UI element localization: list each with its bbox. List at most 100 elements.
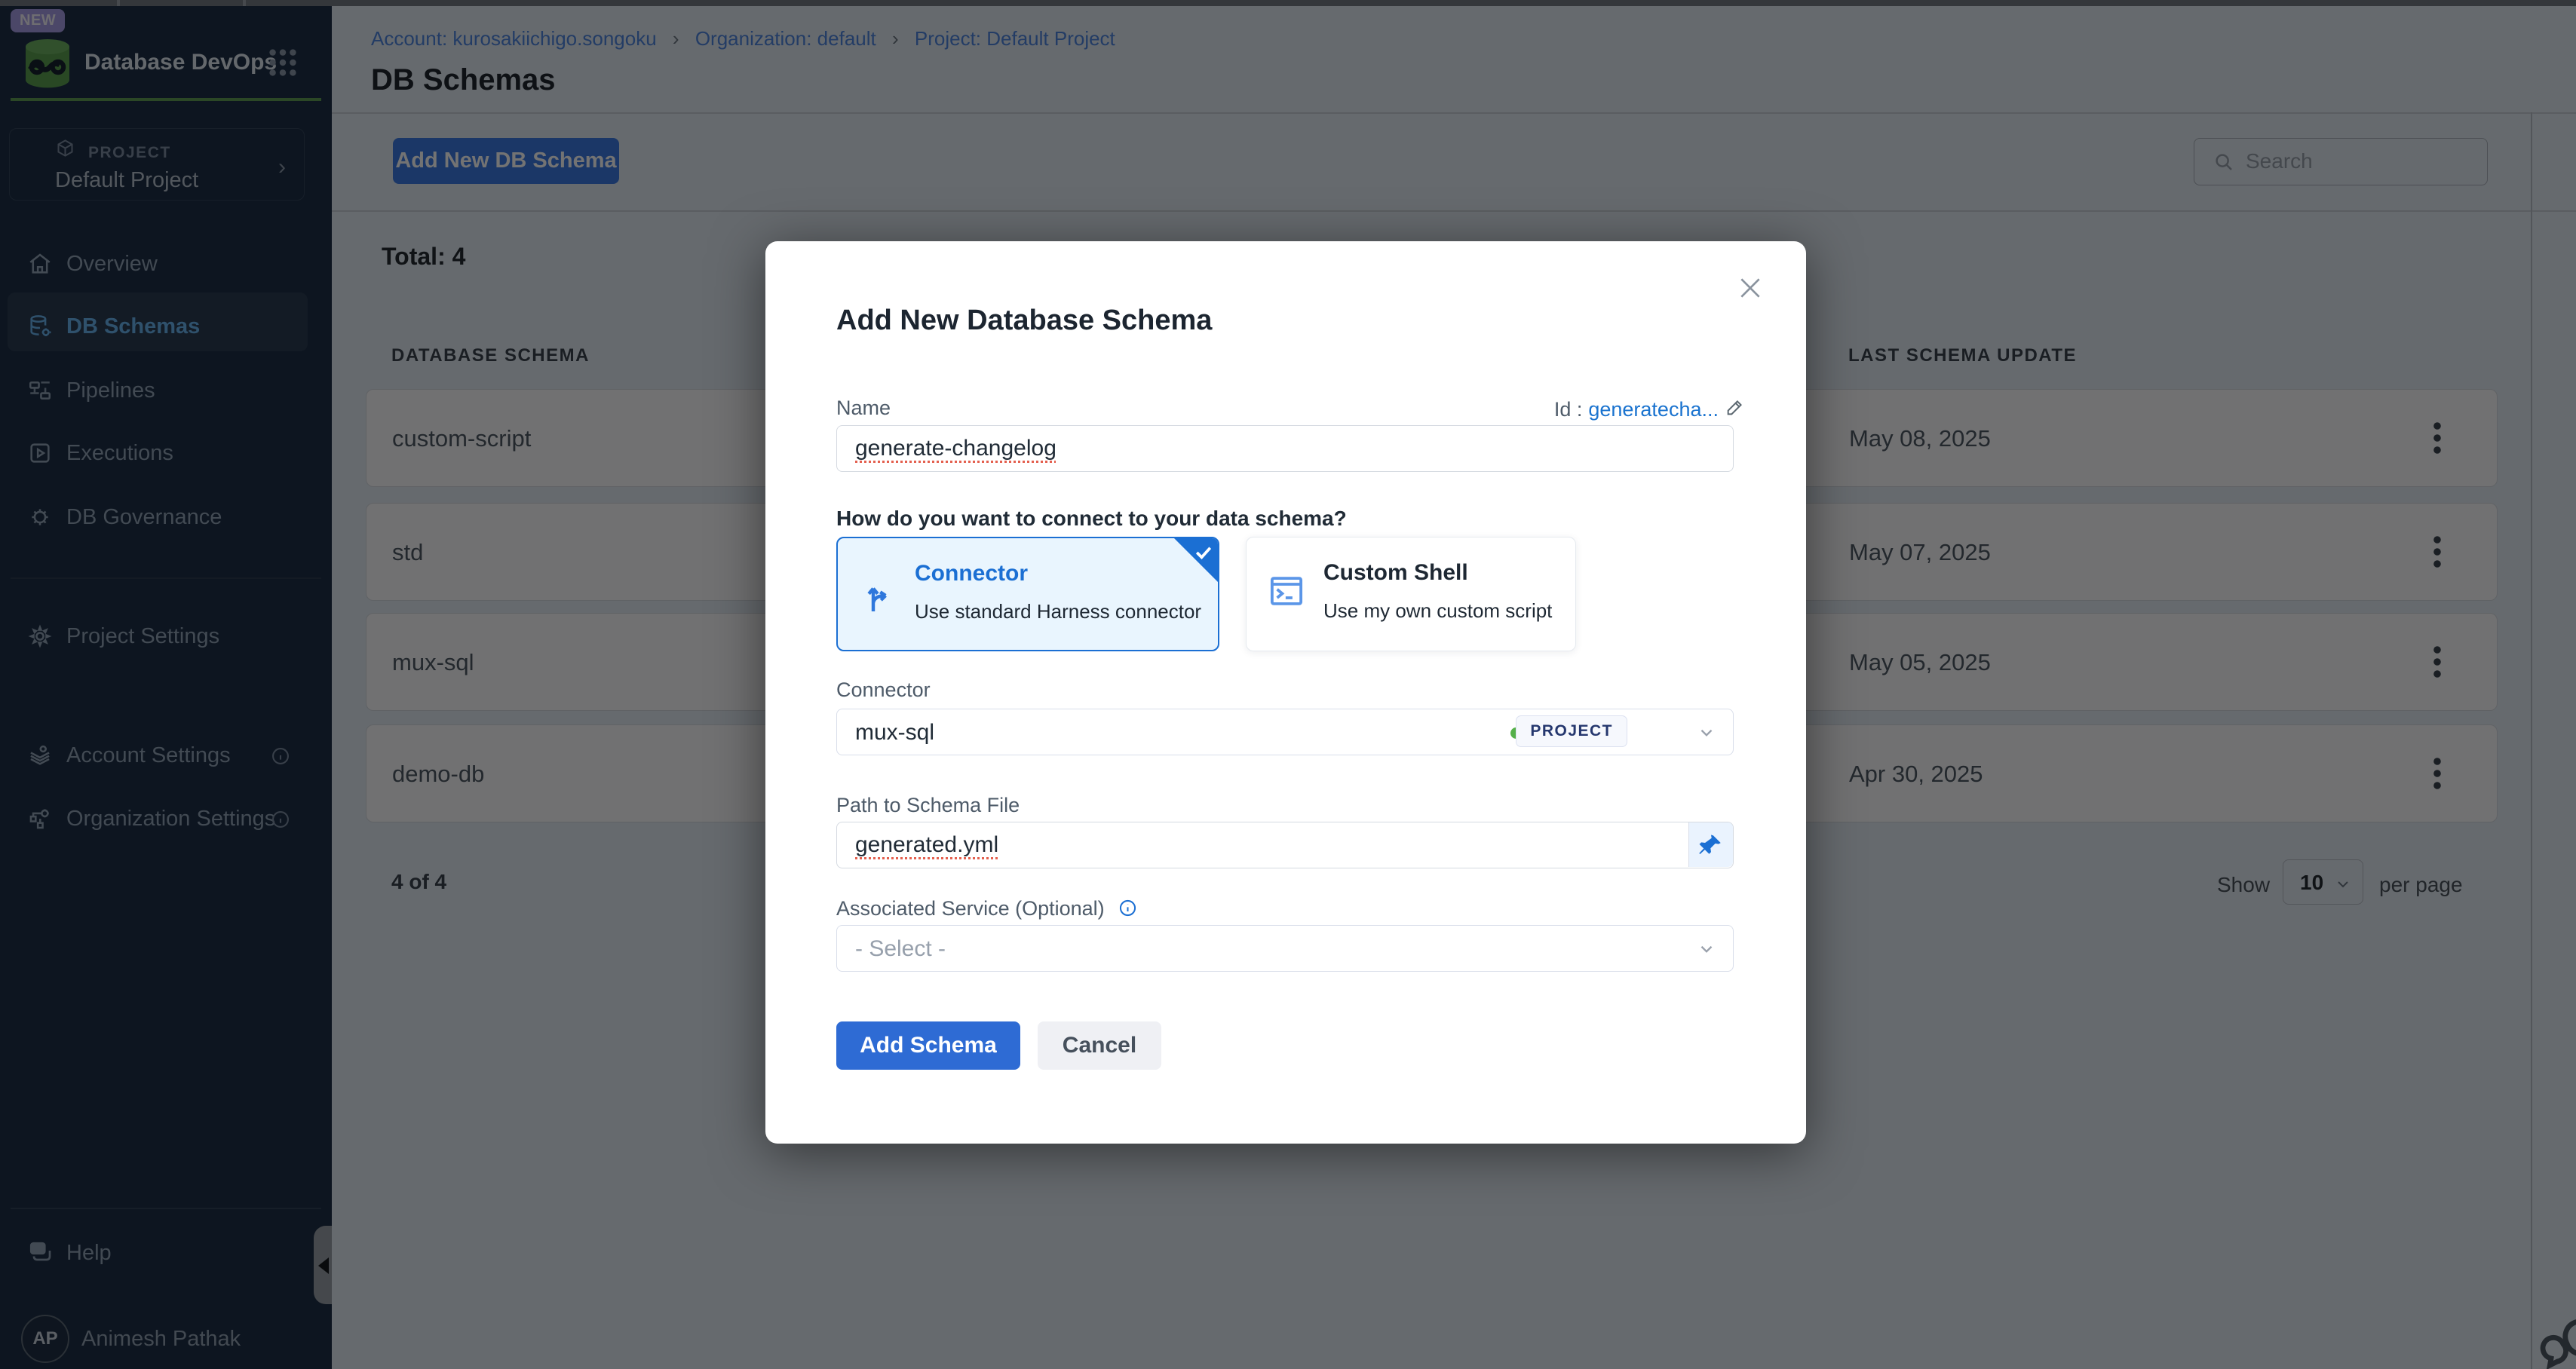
search-box xyxy=(2194,138,2488,185)
schema-updated: May 05, 2025 xyxy=(1849,649,1991,676)
database-devops-logo-icon xyxy=(20,36,75,94)
sidebar-item-label: Overview xyxy=(66,252,158,277)
sidebar-item-label: DB Schemas xyxy=(66,314,200,339)
option-title: Connector xyxy=(915,561,1028,586)
scope-badge: PROJECT xyxy=(1516,715,1627,747)
page-size-select[interactable]: 10 xyxy=(2283,859,2363,905)
user-avatar[interactable]: AP xyxy=(21,1315,69,1363)
project-selector[interactable]: PROJECT Default Project › xyxy=(9,128,305,201)
app-title: Database DevOps xyxy=(84,50,277,75)
info-icon[interactable] xyxy=(270,809,291,834)
close-icon[interactable] xyxy=(1735,273,1765,303)
sidebar-item-label: Executions xyxy=(66,441,173,466)
layers-gear-icon xyxy=(27,743,53,772)
sidebar-collapse-handle[interactable] xyxy=(314,1226,333,1304)
sidebar-divider xyxy=(11,1208,321,1209)
project-scope-label: PROJECT xyxy=(88,144,171,162)
edit-pencil-icon[interactable] xyxy=(1725,397,1746,423)
chevron-down-icon xyxy=(2334,875,2352,897)
sidebar-item-db-governance[interactable]: DB Governance xyxy=(0,489,332,545)
sidebar-item-label: DB Governance xyxy=(66,505,222,530)
breadcrumb-chevron-icon: › xyxy=(892,27,899,50)
chrome-notch xyxy=(117,0,120,6)
column-header-last-schema-update: LAST SCHEMA UPDATE xyxy=(1848,345,2077,366)
help-label: Help xyxy=(66,1241,112,1266)
breadcrumb-chevron-icon: › xyxy=(673,27,679,50)
home-icon xyxy=(27,251,53,280)
chat-support-icon[interactable] xyxy=(2538,1310,2576,1369)
path-value: generated.yml xyxy=(855,832,998,858)
connector-select[interactable]: mux-sql PROJECT xyxy=(836,709,1734,755)
pin-segment[interactable] xyxy=(1688,822,1733,867)
gear-icon xyxy=(27,623,53,653)
schema-updated: May 07, 2025 xyxy=(1849,539,1991,566)
row-menu-kebab-icon[interactable] xyxy=(2419,754,2455,793)
option-card-connector[interactable]: Connector Use standard Harness connector xyxy=(836,537,1219,651)
cube-icon xyxy=(55,138,75,162)
id-value-link[interactable]: generatecha... xyxy=(1588,398,1719,421)
name-input[interactable]: generate-changelog xyxy=(836,425,1734,472)
service-placeholder: - Select - xyxy=(855,936,946,962)
window-chrome-strip xyxy=(0,0,2576,6)
schema-updated: May 08, 2025 xyxy=(1849,425,1991,452)
divider xyxy=(332,210,2576,212)
row-menu-kebab-icon[interactable] xyxy=(2419,642,2455,681)
option-title: Custom Shell xyxy=(1323,560,1468,586)
breadcrumb-project-link[interactable]: Project: Default Project xyxy=(915,27,1115,50)
total-count: Total: 4 xyxy=(382,243,465,271)
cancel-button[interactable]: Cancel xyxy=(1038,1021,1161,1070)
breadcrumb-org-link[interactable]: Organization: default xyxy=(695,27,876,50)
help-chat-icon: ? xyxy=(27,1239,54,1270)
new-badge: NEW xyxy=(11,9,65,32)
schema-name: demo-db xyxy=(392,761,484,788)
add-schema-modal: Add New Database Schema Name Id : genera… xyxy=(765,241,1806,1144)
add-new-db-schema-button[interactable]: Add New DB Schema xyxy=(393,138,619,184)
sidebar-item-label: Project Settings xyxy=(66,624,219,649)
svg-text:?: ? xyxy=(35,1244,41,1254)
connector-label: Connector xyxy=(836,678,931,702)
pagination-show-label: Show xyxy=(2217,873,2270,897)
selected-corner xyxy=(1173,537,1219,583)
service-select[interactable]: - Select - xyxy=(836,925,1734,972)
user-name: Animesh Pathak xyxy=(81,1327,241,1352)
sidebar-item-label: Pipelines xyxy=(66,378,155,403)
breadcrumb-account-link[interactable]: Account: kurosakiichigo.songoku xyxy=(371,27,657,50)
sidebar-item-organization-settings[interactable]: Organization Settings xyxy=(0,791,332,847)
info-icon[interactable] xyxy=(1112,900,1139,923)
sidebar-item-pipelines[interactable]: Pipelines xyxy=(0,363,332,418)
schema-updated: Apr 30, 2025 xyxy=(1849,761,1983,788)
app-screen: NEW Database DevOps xyxy=(0,0,2576,1369)
divider xyxy=(332,112,2576,114)
help-button[interactable]: ? Help xyxy=(0,1229,332,1282)
module-grid-icon[interactable] xyxy=(265,45,300,84)
connector-branch-icon xyxy=(857,574,900,620)
pipelines-icon xyxy=(27,378,53,407)
path-input[interactable]: generated.yml xyxy=(836,822,1734,868)
sidebar-item-project-settings[interactable]: Project Settings xyxy=(0,608,332,664)
column-header-database-schema: DATABASE SCHEMA xyxy=(391,345,590,366)
option-card-custom-shell[interactable]: Custom Shell Use my own custom script xyxy=(1246,537,1576,651)
database-gear-icon xyxy=(27,314,53,343)
row-menu-kebab-icon[interactable] xyxy=(2419,532,2455,571)
sidebar-item-executions[interactable]: Executions xyxy=(0,425,332,481)
search-input[interactable] xyxy=(2244,139,2473,183)
org-gear-icon xyxy=(27,806,53,835)
terminal-icon xyxy=(1266,571,1307,615)
sidebar-item-label: Account Settings xyxy=(66,743,231,768)
add-schema-button[interactable]: Add Schema xyxy=(836,1021,1020,1070)
row-menu-kebab-icon[interactable] xyxy=(2419,418,2455,458)
pagination-count: 4 of 4 xyxy=(391,870,446,894)
service-label: Associated Service (Optional) xyxy=(836,897,1138,923)
schema-name: custom-script xyxy=(392,425,531,452)
chevron-right-icon: › xyxy=(278,155,286,180)
breadcrumb: Account: kurosakiichigo.songoku › Organi… xyxy=(371,27,1115,51)
path-label: Path to Schema File xyxy=(836,794,1020,817)
chrome-notch xyxy=(243,0,246,6)
connector-value: mux-sql xyxy=(855,720,934,746)
sidebar-item-overview[interactable]: Overview xyxy=(0,236,332,292)
info-icon[interactable] xyxy=(270,746,291,770)
page-title: DB Schemas xyxy=(371,63,556,97)
sidebar-item-account-settings[interactable]: Account Settings xyxy=(0,727,332,783)
sidebar-item-db-schemas[interactable]: DB Schemas xyxy=(0,299,332,354)
right-rail-divider xyxy=(2531,112,2532,1369)
